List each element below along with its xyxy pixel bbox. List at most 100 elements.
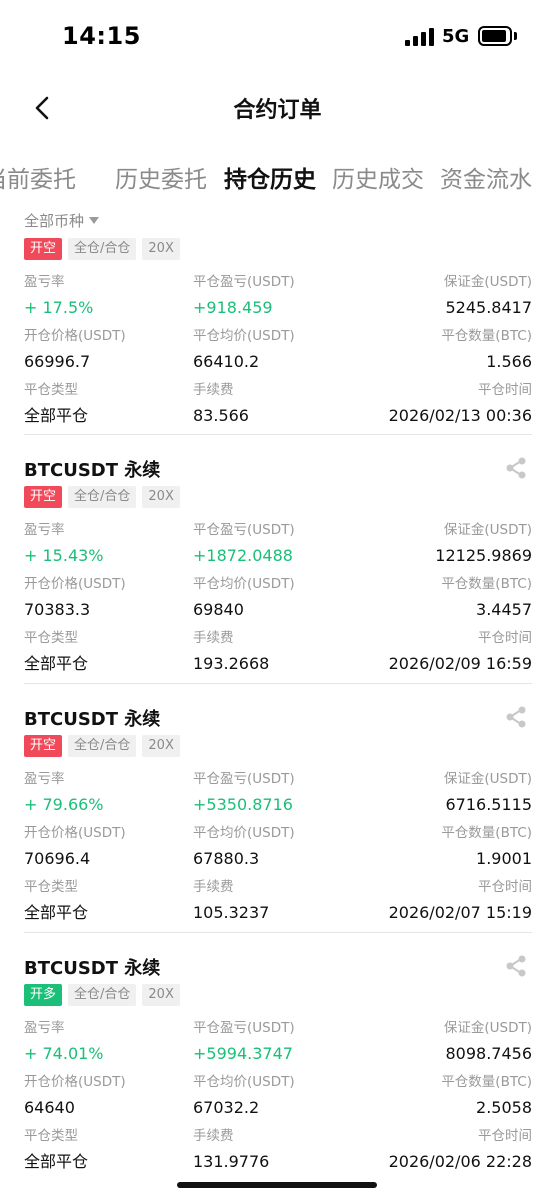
open-price-label: 开仓价格(USDT): [24, 576, 126, 592]
grid-row: 平仓类型 全部平仓 手续费 193.2668 平仓时间 2026/02/09 16:5…: [24, 629, 532, 673]
fee-label: 手续费: [193, 630, 234, 646]
pnl-rate-value: + 74.01%: [24, 1044, 104, 1063]
grid-row: 盈亏率 + 15.43% 平仓盈亏(USDT) +1872.0488 保证金(USD…: [24, 521, 532, 565]
close-type-value: 全部平仓: [24, 654, 89, 673]
margin-value: 8098.7456: [445, 1044, 532, 1063]
close-type-label: 平仓类型: [24, 1128, 78, 1144]
close-type-label: 平仓类型: [24, 630, 78, 646]
open-price-label: 开仓价格(USDT): [24, 1074, 126, 1090]
pnl-rate-value: + 79.66%: [24, 795, 104, 814]
margin-mode-tag: 全仓/合仓: [68, 735, 137, 757]
pnl-rate-label: 盈亏率: [24, 522, 65, 538]
close-pnl-label: 平仓盈亏(USDT): [193, 522, 295, 538]
close-avg-label: 平仓均价(USDT): [193, 576, 295, 592]
battery-icon: [478, 26, 512, 46]
margin-value: 12125.9869: [435, 546, 532, 565]
close-pnl-value: +5994.3747: [193, 1044, 293, 1063]
tab-current-orders[interactable]: 当前委托: [0, 160, 76, 194]
tab-position-history[interactable]: 持仓历史: [224, 160, 316, 194]
close-qty-value: 2.5058: [476, 1098, 532, 1117]
tab-order-history[interactable]: 历史委托: [115, 160, 207, 194]
share-icon[interactable]: [504, 705, 528, 729]
coin-filter-label: 全部币种: [24, 211, 85, 230]
grid-row: 开仓价格(USDT) 66996.7 平仓均价(USDT) 66410.2 平仓数量…: [24, 327, 532, 371]
tab-trade-history[interactable]: 历史成交: [332, 160, 424, 194]
close-qty-value: 3.4457: [476, 600, 532, 619]
tag-row: 开空 全仓/合仓 20X: [24, 735, 180, 757]
divider: [24, 434, 532, 435]
close-qty-label: 平仓数量(BTC): [441, 825, 532, 841]
home-indicator[interactable]: [177, 1182, 377, 1188]
fee-label: 手续费: [193, 382, 234, 398]
close-avg-label: 平仓均价(USDT): [193, 328, 295, 344]
close-type-value: 全部平仓: [24, 1152, 89, 1171]
close-pnl-value: +1872.0488: [193, 546, 293, 565]
close-type-value: 全部平仓: [24, 903, 89, 922]
contract-title: BTCUSDT 永续: [24, 958, 161, 979]
fee-value: 131.9776: [193, 1152, 270, 1171]
close-qty-label: 平仓数量(BTC): [441, 576, 532, 592]
close-qty-value: 1.566: [486, 352, 532, 371]
caret-down-icon: [89, 216, 100, 224]
status-bar: 14:15 5G: [0, 0, 555, 72]
share-icon[interactable]: [504, 456, 528, 480]
contract-title: BTCUSDT 永续: [24, 709, 161, 730]
pnl-rate-label: 盈亏率: [24, 274, 65, 290]
close-pnl-value: +918.459: [193, 298, 273, 317]
close-avg-value: 67032.2: [193, 1098, 260, 1117]
grid-row: 开仓价格(USDT) 64640 平仓均价(USDT) 67032.2 平仓数量(B…: [24, 1073, 532, 1117]
close-qty-label: 平仓数量(BTC): [441, 328, 532, 344]
battery-cap: [514, 32, 517, 40]
margin-mode-tag: 全仓/合仓: [68, 984, 137, 1006]
pnl-rate-label: 盈亏率: [24, 1020, 65, 1036]
grid-row: 盈亏率 + 74.01% 平仓盈亏(USDT) +5994.3747 保证金(USD…: [24, 1019, 532, 1063]
side-tag: 开空: [24, 735, 63, 757]
side-tag: 开空: [24, 238, 63, 260]
close-avg-label: 平仓均价(USDT): [193, 825, 295, 841]
close-avg-value: 67880.3: [193, 849, 260, 868]
grid-row: 盈亏率 + 17.5% 平仓盈亏(USDT) +918.459 保证金(USDT) 5…: [24, 273, 532, 317]
signal-icon: [405, 28, 435, 46]
close-avg-value: 69840: [193, 600, 244, 619]
open-price-value: 66996.7: [24, 352, 91, 371]
close-pnl-value: +5350.8716: [193, 795, 293, 814]
margin-mode-tag: 全仓/合仓: [68, 238, 137, 260]
close-time-label: 平仓时间: [478, 382, 532, 398]
page-title: 合约订单: [233, 98, 322, 123]
share-icon[interactable]: [504, 954, 528, 978]
grid-row: 平仓类型 全部平仓 手续费 83.566 平仓时间 2026/02/13 00:36: [24, 381, 532, 425]
open-price-value: 64640: [24, 1098, 75, 1117]
pnl-rate-label: 盈亏率: [24, 771, 65, 787]
fee-value: 83.566: [193, 406, 249, 425]
order-tabs: 当前委托 历史委托 持仓历史 历史成交 资金流水: [0, 152, 555, 202]
tag-row: 开空 全仓/合仓 20X: [24, 238, 180, 260]
open-price-value: 70696.4: [24, 849, 91, 868]
tag-row: 开空 全仓/合仓 20X: [24, 486, 180, 508]
close-type-label: 平仓类型: [24, 879, 78, 895]
nav-header: 合约订单: [0, 80, 555, 134]
coin-filter-dropdown[interactable]: 全部币种: [24, 208, 100, 232]
open-price-value: 70383.3: [24, 600, 91, 619]
close-time-label: 平仓时间: [478, 1128, 532, 1144]
fee-value: 193.2668: [193, 654, 270, 673]
margin-value: 5245.8417: [445, 298, 532, 317]
open-price-label: 开仓价格(USDT): [24, 328, 126, 344]
side-tag: 开多: [24, 984, 63, 1006]
close-time-value: 2026/02/09 16:59: [388, 654, 532, 673]
tab-funding-flow[interactable]: 资金流水: [440, 160, 532, 194]
leverage-tag: 20X: [142, 984, 180, 1006]
grid-row: 平仓类型 全部平仓 手续费 131.9776 平仓时间 2026/02/06 22:2…: [24, 1127, 532, 1171]
grid-row: 盈亏率 + 79.66% 平仓盈亏(USDT) +5350.8716 保证金(USD…: [24, 770, 532, 814]
pnl-rate-value: + 15.43%: [24, 546, 104, 565]
leverage-tag: 20X: [142, 735, 180, 757]
margin-mode-tag: 全仓/合仓: [68, 486, 137, 508]
contract-title: BTCUSDT 永续: [24, 460, 161, 481]
tag-row: 开多 全仓/合仓 20X: [24, 984, 180, 1006]
close-time-value: 2026/02/06 22:28: [388, 1152, 532, 1171]
close-qty-value: 1.9001: [476, 849, 532, 868]
close-pnl-label: 平仓盈亏(USDT): [193, 1020, 295, 1036]
close-pnl-label: 平仓盈亏(USDT): [193, 274, 295, 290]
side-tag: 开空: [24, 486, 63, 508]
close-pnl-label: 平仓盈亏(USDT): [193, 771, 295, 787]
network-label: 5G: [442, 26, 470, 47]
